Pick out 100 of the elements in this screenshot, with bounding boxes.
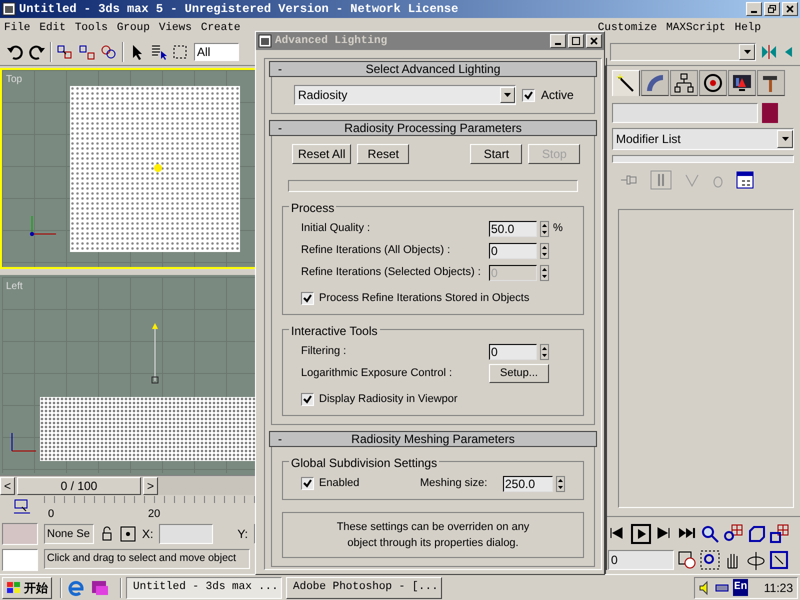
note-text: These settings can be overriden on any object through its properties dialog.	[282, 512, 584, 558]
link-icon[interactable]	[56, 42, 74, 60]
zoom-all-icon[interactable]	[723, 524, 743, 544]
dialog-title: Advanced Lighting	[275, 34, 388, 49]
time-slider-thumb[interactable]: 0 / 100	[17, 476, 141, 494]
spinner-arrows-icon[interactable]	[556, 476, 565, 492]
checkbox-label[interactable]: Active	[541, 86, 574, 104]
start-button[interactable]: 开始	[2, 576, 52, 598]
clock-text: 11:23	[764, 580, 793, 596]
next-frame-button[interactable]: >	[143, 476, 158, 494]
window-title: Untitled - 3ds max 5 - Unregistered Version - Network License	[19, 1, 458, 18]
selection-filter-dropdown[interactable]: All	[194, 42, 239, 60]
x-coordinate-field[interactable]	[159, 524, 214, 544]
undo-icon[interactable]	[6, 42, 24, 60]
absolute-mode-icon[interactable]	[120, 526, 136, 542]
select-by-name-icon[interactable]	[150, 42, 168, 60]
modifier-stack-list[interactable]	[612, 155, 794, 163]
lighting-plugin-dropdown[interactable]: Radiosity	[294, 85, 516, 105]
field-label: Refine Iterations (All Objects) :	[301, 243, 452, 258]
unit-label: %	[553, 221, 563, 236]
dropdown-button[interactable]	[500, 87, 515, 103]
rollout-header[interactable]: - Radiosity Meshing Parameters	[269, 431, 597, 447]
play-icon[interactable]	[631, 524, 651, 544]
light-target-drawing	[150, 320, 160, 386]
object-name-field[interactable]	[612, 103, 758, 123]
button[interactable]: Reset	[357, 144, 410, 164]
checkbox-label[interactable]: Enabled	[319, 475, 415, 492]
zoom-extents-all-icon[interactable]	[769, 524, 789, 544]
checkbox-label[interactable]: Process Refine Iterations Stored in Objects	[319, 290, 530, 307]
maximize-viewport-icon[interactable]	[769, 550, 789, 570]
language-indicator[interactable]: En	[733, 579, 748, 596]
taskbar-button[interactable]: Untitled - 3ds max ...	[126, 576, 282, 598]
close-icon[interactable]	[590, 37, 598, 45]
object-color-swatch[interactable]	[762, 103, 778, 123]
caret-icon[interactable]	[782, 137, 788, 141]
mirror-icon[interactable]	[760, 42, 778, 60]
redo-icon[interactable]	[28, 42, 46, 60]
color-swatch	[2, 523, 38, 545]
lock-icon[interactable]	[100, 526, 114, 542]
minimize-button[interactable]	[746, 2, 762, 16]
button[interactable]: Start	[470, 144, 522, 164]
bind-icon[interactable]	[100, 42, 118, 60]
zoom-icon[interactable]	[700, 524, 720, 544]
dropdown-button[interactable]	[777, 130, 793, 148]
spinner-arrows-icon[interactable]	[540, 344, 549, 360]
menu-item[interactable]: Edit	[39, 20, 66, 36]
orbit-icon[interactable]	[746, 550, 766, 570]
close-button[interactable]	[586, 34, 602, 48]
configure-sets-icon[interactable]	[736, 171, 754, 189]
menu-item[interactable]: MAXScript	[666, 20, 726, 36]
menu-item[interactable]: Tools	[74, 20, 108, 36]
menu-item[interactable]: Customize	[598, 20, 658, 36]
close-button[interactable]	[782, 2, 798, 16]
caret-icon[interactable]	[504, 93, 511, 97]
field-label: Initial Quality :	[301, 221, 372, 236]
previous-frame-button[interactable]: <	[0, 476, 15, 494]
taskbar-button[interactable]: Adobe Photoshop - [...	[286, 576, 442, 598]
restore-icon[interactable]	[768, 5, 776, 13]
rollout-header[interactable]: - Select Advanced Lighting	[269, 61, 597, 77]
current-frame-field[interactable]: 0	[608, 550, 674, 570]
menu-item[interactable]: Create	[200, 20, 240, 36]
rollout-header[interactable]: - Radiosity Processing Parameters	[269, 120, 597, 136]
spinner-arrows-icon[interactable]	[540, 220, 549, 236]
setup-button[interactable]: Setup...	[489, 364, 549, 383]
minimize-button[interactable]	[550, 34, 566, 48]
checkbox-label[interactable]: Display Radiosity in Viewpor	[319, 391, 458, 408]
close-icon[interactable]	[786, 5, 794, 13]
x-coordinate-label: X:	[142, 526, 154, 543]
field-label: Filtering :	[301, 344, 348, 360]
spinner-arrows-icon[interactable]	[540, 264, 549, 280]
region-zoom-icon[interactable]	[700, 550, 720, 570]
spinner-field[interactable]: 0	[489, 242, 537, 258]
caret-icon[interactable]	[744, 50, 750, 54]
button[interactable]: Reset All	[292, 144, 352, 164]
modifier-list-dropdown[interactable]: Modifier List	[612, 128, 794, 150]
frame-tick-label: 20	[148, 507, 160, 522]
named-selection-field[interactable]	[610, 42, 756, 60]
maximize-icon[interactable]	[572, 37, 580, 45]
y-coordinate-label: Y:	[237, 526, 248, 543]
menu-item[interactable]: File	[4, 20, 30, 36]
spinner-field[interactable]: 50.0	[489, 220, 537, 236]
spinner-field[interactable]: 0	[489, 344, 537, 360]
menu-item[interactable]: Help	[734, 20, 761, 36]
windows-flag-icon[interactable]	[6, 580, 22, 594]
spinner-arrows-icon[interactable]	[540, 242, 549, 258]
restore-button[interactable]	[764, 2, 780, 16]
app-icon	[2, 2, 16, 16]
frame-tick-label: 0	[48, 507, 54, 522]
spinner-field[interactable]: 250.0	[503, 476, 553, 492]
maximize-button[interactable]	[568, 34, 584, 48]
app-icon	[258, 34, 272, 48]
time-config-icon[interactable]	[677, 550, 697, 570]
zoom-extents-icon[interactable]	[746, 524, 766, 544]
menu-item[interactable]: Views	[158, 20, 192, 36]
dropdown-button[interactable]	[739, 44, 755, 60]
unlink-icon[interactable]	[78, 42, 96, 60]
menu-item[interactable]: Group	[116, 20, 150, 36]
field-label: Meshing size:	[420, 476, 488, 492]
color-swatch	[2, 549, 38, 571]
scroll-bar[interactable]	[606, 58, 607, 570]
